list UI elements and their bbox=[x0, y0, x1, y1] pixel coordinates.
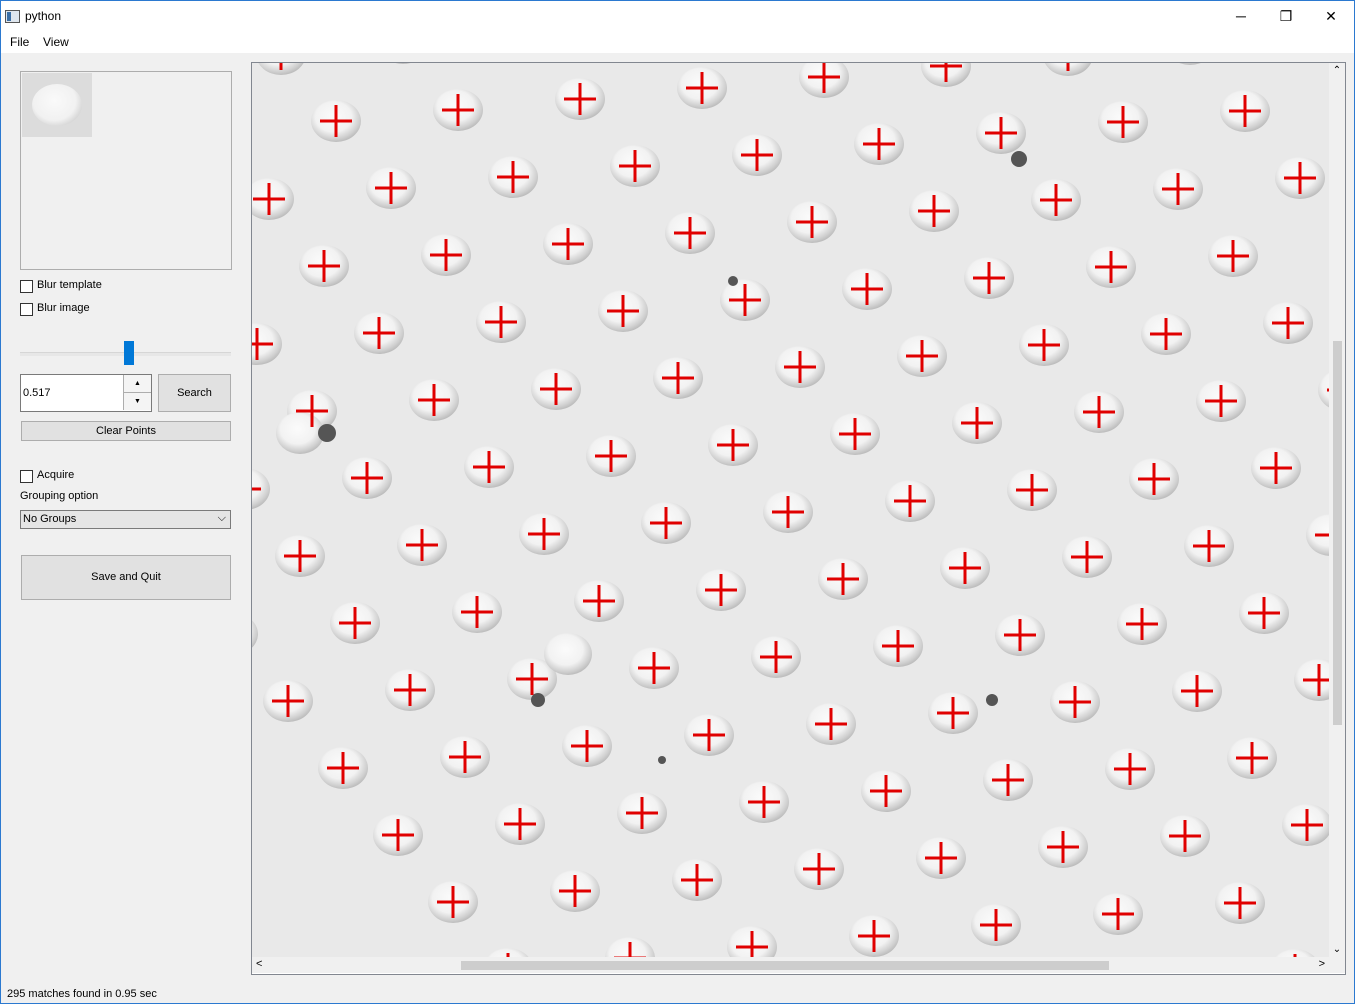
app-window: python ─ ❐ ✕ File View Blur template Blu… bbox=[0, 0, 1355, 1004]
minimize-button[interactable]: ─ bbox=[1218, 1, 1264, 31]
scroll-corner bbox=[1329, 957, 1345, 973]
micrograph-image[interactable] bbox=[252, 63, 1329, 957]
hole bbox=[395, 63, 411, 64]
spin-up-icon[interactable]: ▲ bbox=[123, 375, 151, 393]
template-thumbnail bbox=[22, 73, 92, 137]
threshold-value[interactable]: 0.517 bbox=[23, 387, 51, 399]
close-button[interactable]: ✕ bbox=[1308, 1, 1354, 31]
clear-points-button[interactable]: Clear Points bbox=[21, 421, 231, 441]
scroll-left-icon[interactable]: < bbox=[256, 958, 262, 970]
threshold-slider-handle[interactable] bbox=[124, 341, 134, 365]
debris-particle bbox=[531, 693, 545, 707]
template-preview bbox=[20, 71, 232, 270]
blur-image-label: Blur image bbox=[37, 302, 90, 314]
menu-view[interactable]: View bbox=[43, 35, 69, 49]
debris-particle bbox=[318, 424, 336, 442]
window-title: python bbox=[25, 9, 62, 23]
unmatched-hole bbox=[276, 412, 324, 454]
debris-particle bbox=[658, 756, 666, 764]
blur-template-label: Blur template bbox=[37, 279, 102, 291]
grouping-value: No Groups bbox=[23, 513, 77, 525]
restore-button[interactable]: ❐ bbox=[1263, 1, 1309, 31]
scroll-up-icon[interactable]: ⌃ bbox=[1329, 65, 1345, 76]
title-bar[interactable]: python ─ ❐ ✕ bbox=[1, 1, 1354, 31]
horizontal-scrollbar[interactable]: < > bbox=[252, 957, 1329, 973]
hole bbox=[1179, 63, 1201, 65]
scroll-right-icon[interactable]: > bbox=[1319, 958, 1325, 970]
save-and-quit-button[interactable]: Save and Quit bbox=[21, 555, 231, 600]
chevron-down-icon[interactable]: ⌵ bbox=[218, 512, 226, 525]
grouping-select[interactable]: No Groups ⌵ bbox=[20, 510, 231, 529]
acquire-box[interactable] bbox=[20, 470, 33, 483]
vertical-scrollbar[interactable]: ⌃ ⌄ bbox=[1329, 63, 1345, 957]
unmatched-hole bbox=[544, 633, 592, 675]
acquire-label: Acquire bbox=[37, 469, 75, 481]
control-panel: Blur template Blur image 0.517 ▲ ▼ Searc… bbox=[1, 53, 249, 985]
hole bbox=[252, 620, 258, 648]
blur-template-box[interactable] bbox=[20, 280, 33, 293]
menu-file[interactable]: File bbox=[10, 35, 29, 49]
scroll-down-icon[interactable]: ⌄ bbox=[1329, 944, 1345, 955]
debris-particle bbox=[728, 276, 738, 286]
grouping-label: Grouping option bbox=[20, 490, 99, 502]
image-viewer[interactable]: ⌃ ⌄ < > bbox=[251, 62, 1346, 975]
blur-image-box[interactable] bbox=[20, 303, 33, 316]
threshold-spinbox[interactable]: 0.517 ▲ ▼ bbox=[20, 374, 152, 412]
search-button[interactable]: Search bbox=[158, 374, 231, 412]
horizontal-scroll-thumb[interactable] bbox=[461, 961, 1109, 970]
match-markers bbox=[252, 63, 1329, 957]
debris-particle bbox=[986, 694, 998, 706]
spin-down-icon[interactable]: ▼ bbox=[123, 393, 151, 410]
menu-bar: File View bbox=[1, 31, 1354, 53]
status-bar-text: 295 matches found in 0.95 sec bbox=[7, 988, 157, 1000]
app-window-icon bbox=[5, 10, 20, 23]
vertical-scroll-thumb[interactable] bbox=[1333, 341, 1342, 725]
debris-particle bbox=[1011, 151, 1027, 167]
